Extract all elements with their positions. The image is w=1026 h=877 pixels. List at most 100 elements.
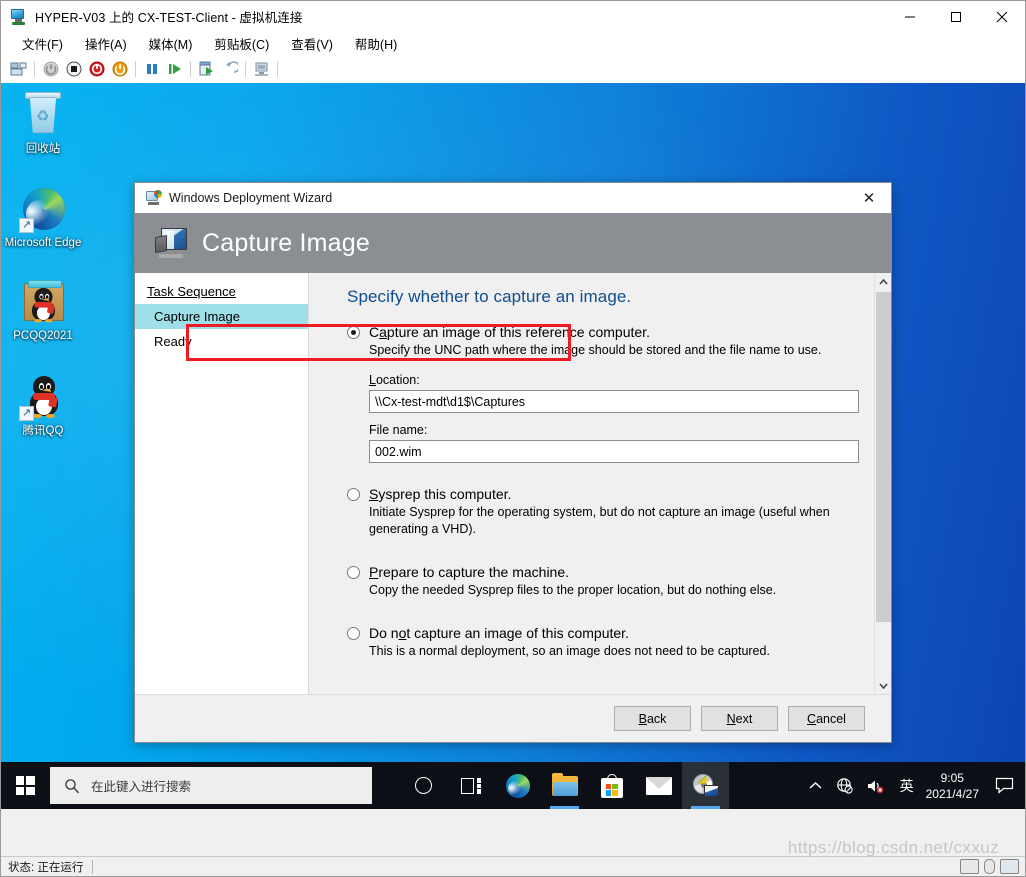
scroll-down-arrow[interactable] xyxy=(875,677,891,694)
ctrl-alt-del-icon[interactable] xyxy=(7,58,30,80)
status-bar: 状态: 正在运行 xyxy=(1,856,1025,876)
menu-help[interactable]: 帮助(H) xyxy=(344,32,408,55)
start-button[interactable] xyxy=(1,762,49,809)
desktop-icon-label: PCQQ2021 xyxy=(13,330,73,342)
cortana-icon[interactable] xyxy=(400,762,447,809)
status-text: 状态: 正在运行 xyxy=(8,861,84,874)
scroll-up-arrow[interactable] xyxy=(875,273,891,290)
deployment-wizard-icon xyxy=(146,190,162,206)
option-capture-reference[interactable]: Capture an image of this reference compu… xyxy=(347,323,857,359)
filename-input[interactable] xyxy=(369,440,859,463)
menu-view[interactable]: 查看(V) xyxy=(280,32,344,55)
dialog-banner: Capture Image xyxy=(135,213,891,273)
desktop-icon-tencent-qq[interactable]: 腾讯QQ xyxy=(3,373,83,438)
network-globe-icon[interactable] xyxy=(836,777,853,794)
option-sysprep[interactable]: Sysprep this computer. Initiate Sysprep … xyxy=(347,485,857,538)
virtual-machine-icon xyxy=(10,8,27,25)
banner-heading: Capture Image xyxy=(202,228,370,257)
watermark: https://blog.csdn.net/cxxuz xyxy=(787,838,999,857)
desktop-icon-label: 腾讯QQ xyxy=(22,425,64,437)
recycle-bin-icon: ♻ xyxy=(19,91,67,139)
back-button[interactable]: Back xyxy=(614,706,691,731)
option-do-not-capture[interactable]: Do not capture an image of this computer… xyxy=(347,624,857,660)
dialog-body: Task Sequence Capture Image Ready Specif… xyxy=(135,273,891,694)
taskbar-search[interactable]: 在此键入进行搜索 xyxy=(50,767,372,804)
vmconnect-icon[interactable] xyxy=(682,762,729,809)
status-indicators xyxy=(960,859,1025,874)
nav-item-capture-image[interactable]: Capture Image xyxy=(135,304,308,329)
edge-icon xyxy=(19,185,67,233)
mail-icon[interactable] xyxy=(635,762,682,809)
resume-icon[interactable] xyxy=(163,58,186,80)
location-label: Location: xyxy=(369,373,420,387)
location-input[interactable] xyxy=(369,390,859,413)
radio-prepare-capture[interactable] xyxy=(347,566,360,579)
option-label: Prepare to capture the machine. xyxy=(369,564,570,580)
windows-deployment-wizard-dialog: Windows Deployment Wizard ✕ Capture Imag… xyxy=(134,182,892,743)
menu-action[interactable]: 操作(A) xyxy=(74,32,138,55)
microsoft-store-icon[interactable] xyxy=(588,762,635,809)
dialog-close-button[interactable]: ✕ xyxy=(847,183,891,213)
shutdown-icon[interactable] xyxy=(85,58,108,80)
ime-indicator[interactable]: 英 xyxy=(900,776,914,796)
maximize-button[interactable] xyxy=(933,1,979,32)
start-icon[interactable] xyxy=(108,58,131,80)
search-placeholder: 在此键入进行搜索 xyxy=(91,780,192,794)
capture-fields: Location: File name: xyxy=(369,373,859,463)
clock-time: 9:05 xyxy=(940,770,964,785)
revert-icon[interactable] xyxy=(218,58,241,80)
close-button[interactable] xyxy=(979,1,1025,32)
menu-file[interactable]: 文件(F) xyxy=(11,32,74,55)
qq-icon xyxy=(19,373,67,421)
desktop-icon-label: 回收站 xyxy=(25,143,61,155)
content-scrollbar[interactable] xyxy=(874,273,891,694)
clock-date: 2021/4/27 xyxy=(925,786,979,801)
scrollbar-thumb[interactable] xyxy=(876,292,891,622)
option-description: Copy the needed Sysprep files to the pro… xyxy=(369,583,777,597)
menu-clipboard[interactable]: 剪贴板(C) xyxy=(203,32,280,55)
desktop-icon-pcqq2021[interactable]: PCQQ2021 xyxy=(3,278,83,343)
menu-bar: 文件(F) 操作(A) 媒体(M) 剪贴板(C) 查看(V) 帮助(H) xyxy=(1,32,1025,55)
window-title: HYPER-V03 上的 CX-TEST-Client - 虚拟机连接 xyxy=(35,11,303,25)
dialog-titlebar: Windows Deployment Wizard ✕ xyxy=(135,183,891,213)
option-label: Sysprep this computer. xyxy=(369,486,512,502)
edge-taskbar-icon[interactable] xyxy=(494,762,541,809)
power-off-icon[interactable] xyxy=(39,58,62,80)
desktop-icon-recycle-bin[interactable]: ♻ 回收站 xyxy=(3,91,83,156)
option-label: Do not capture an image of this computer… xyxy=(369,625,629,641)
notification-icon[interactable] xyxy=(987,762,1021,809)
option-prepare-capture[interactable]: Prepare to capture the machine. Copy the… xyxy=(347,563,857,599)
radio-capture-reference[interactable] xyxy=(347,326,360,339)
toolbar xyxy=(1,55,1025,83)
vmconnect-window: HYPER-V03 上的 CX-TEST-Client - 虚拟机连接 文件(F… xyxy=(0,0,1026,877)
option-description: Initiate Sysprep for the operating syste… xyxy=(369,505,830,536)
radio-do-not-capture[interactable] xyxy=(347,627,360,640)
page-title: Specify whether to capture an image. xyxy=(347,287,632,306)
enhanced-session-icon[interactable] xyxy=(250,58,273,80)
nav-item-ready[interactable]: Ready xyxy=(135,329,308,354)
capture-image-icon xyxy=(155,227,189,259)
pause-icon[interactable] xyxy=(140,58,163,80)
tray-chevron-icon[interactable] xyxy=(809,781,822,790)
stop-icon[interactable] xyxy=(62,58,85,80)
minimize-button[interactable] xyxy=(887,1,933,32)
status-separator xyxy=(92,859,94,874)
nav-header-task-sequence: Task Sequence xyxy=(147,284,236,299)
filename-label: File name: xyxy=(369,423,428,437)
system-tray: 英 9:05 2021/4/27 xyxy=(802,762,1025,809)
cancel-button[interactable]: Cancel xyxy=(788,706,865,731)
file-explorer-icon[interactable] xyxy=(541,762,588,809)
checkpoint-icon[interactable] xyxy=(195,58,218,80)
taskbar-clock[interactable]: 9:05 2021/4/27 xyxy=(926,770,979,802)
keyboard-indicator-icon xyxy=(960,859,979,874)
network-indicator-icon xyxy=(1000,859,1019,874)
menu-media[interactable]: 媒体(M) xyxy=(138,32,204,55)
option-description: This is a normal deployment, so an image… xyxy=(369,644,770,658)
dialog-footer: Back Next Cancel xyxy=(135,694,891,742)
guest-desktop: ♻ 回收站 Microsoft Edge PCQQ2021 xyxy=(1,83,1025,809)
next-button[interactable]: Next xyxy=(701,706,778,731)
radio-sysprep[interactable] xyxy=(347,488,360,501)
volume-muted-icon[interactable] xyxy=(867,778,885,794)
desktop-icon-edge[interactable]: Microsoft Edge xyxy=(3,185,83,250)
task-view-icon[interactable] xyxy=(447,762,494,809)
